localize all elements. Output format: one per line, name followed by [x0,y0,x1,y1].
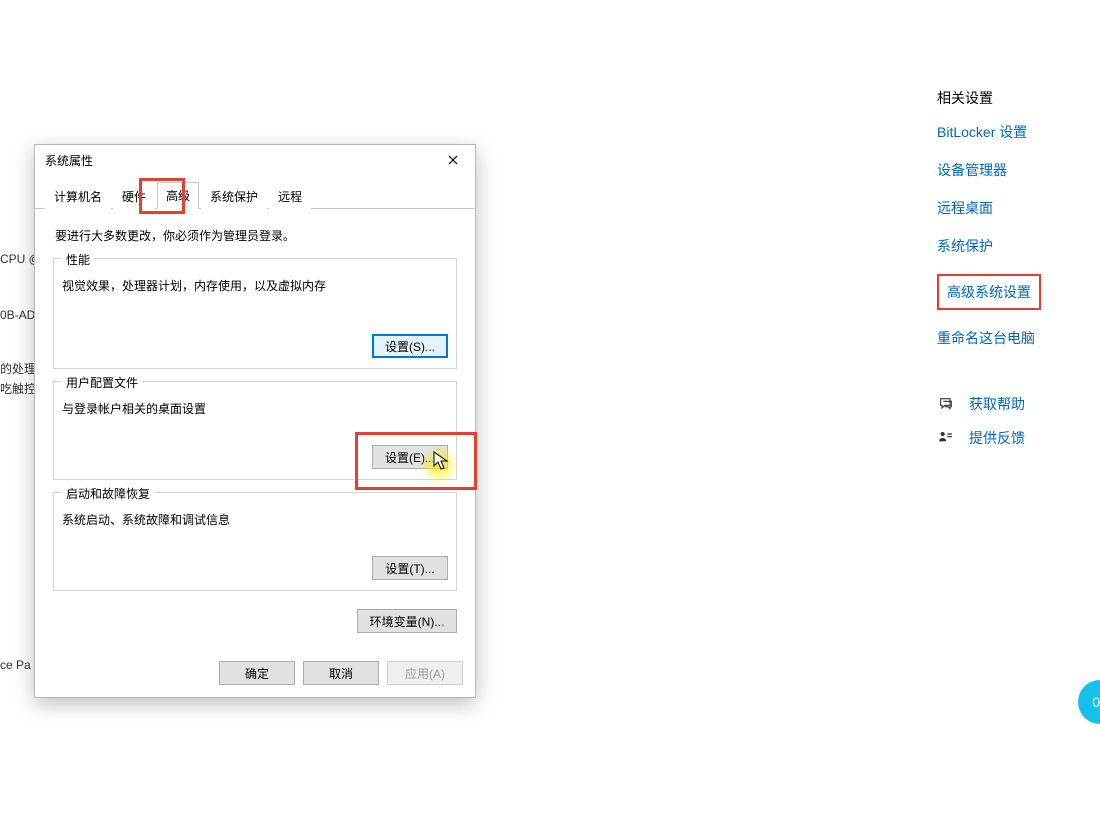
tab-remote[interactable]: 远程 [269,183,311,209]
dialog-title: 系统属性 [45,152,93,169]
link-advanced-system-settings[interactable]: 高级系统设置 [937,274,1041,310]
startup-recovery-settings-button[interactable]: 设置(T)... [372,556,448,580]
dialog-body: 要进行大多数更改，你必须作为管理员登录。 性能 视觉效果，处理器计划，内存使用，… [35,209,475,633]
tab-hardware[interactable]: 硬件 [113,183,155,209]
apply-button[interactable]: 应用(A) [387,661,463,685]
ok-button[interactable]: 确定 [219,661,295,685]
link-rename-pc[interactable]: 重命名这台电脑 [937,328,1097,348]
link-system-protection[interactable]: 系统保护 [937,236,1097,256]
group-performance-legend: 性能 [62,251,94,268]
dialog-footer: 确定 取消 应用(A) [219,661,463,685]
close-icon [448,155,458,165]
bg-adapter: 0B-AD [0,308,35,322]
tab-strip: 计算机名 硬件 高级 系统保护 远程 [35,175,475,209]
group-user-profiles: 用户配置文件 与登录帐户相关的桌面设置 设置(E)... [53,381,457,480]
help-get-help[interactable]: 获取帮助 [969,394,1025,414]
tab-computer-name[interactable]: 计算机名 [45,183,111,209]
help-group: 获取帮助 提供反馈 [937,394,1097,448]
link-bitlocker[interactable]: BitLocker 设置 [937,122,1097,142]
group-user-profiles-legend: 用户配置文件 [62,374,142,391]
feedback-icon [937,430,957,446]
floating-badge[interactable]: 00 [1078,680,1100,724]
tab-advanced[interactable]: 高级 [157,182,199,209]
help-feedback-row: 提供反馈 [937,428,1097,448]
group-performance: 性能 视觉效果，处理器计划，内存使用，以及虚拟内存 设置(S)... [53,258,457,369]
system-properties-dialog: 系统属性 计算机名 硬件 高级 系统保护 远程 要进行大多数更改，你必须作为管理… [34,144,476,698]
environment-variables-button[interactable]: 环境变量(N)... [357,609,457,633]
help-get-help-row: 获取帮助 [937,394,1097,414]
admin-note: 要进行大多数更改，你必须作为管理员登录。 [55,227,455,244]
bg-pack: ce Pa [0,658,31,672]
group-performance-desc: 视觉效果，处理器计划，内存使用，以及虚拟内存 [62,277,448,294]
group-startup-recovery-desc: 系统启动、系统故障和调试信息 [62,511,448,528]
dialog-titlebar: 系统属性 [35,145,475,175]
chat-icon [937,396,957,412]
group-startup-recovery: 启动和故障恢复 系统启动、系统故障和调试信息 设置(T)... [53,492,457,591]
help-give-feedback[interactable]: 提供反馈 [969,428,1025,448]
close-button[interactable] [441,148,465,172]
related-settings-panel: 相关设置 BitLocker 设置 设备管理器 远程桌面 系统保护 高级系统设置… [937,88,1097,462]
group-user-profiles-desc: 与登录帐户相关的桌面设置 [62,400,448,417]
link-device-manager[interactable]: 设备管理器 [937,160,1097,180]
user-profiles-settings-button[interactable]: 设置(E)... [372,445,448,469]
performance-settings-button[interactable]: 设置(S)... [372,334,448,358]
group-startup-recovery-legend: 启动和故障恢复 [62,485,154,502]
link-remote-desktop[interactable]: 远程桌面 [937,198,1097,218]
tab-system-protection[interactable]: 系统保护 [201,183,267,209]
bg-touch: 吃触控 [0,380,36,397]
related-settings-title: 相关设置 [937,88,1097,108]
cancel-button[interactable]: 取消 [303,661,379,685]
